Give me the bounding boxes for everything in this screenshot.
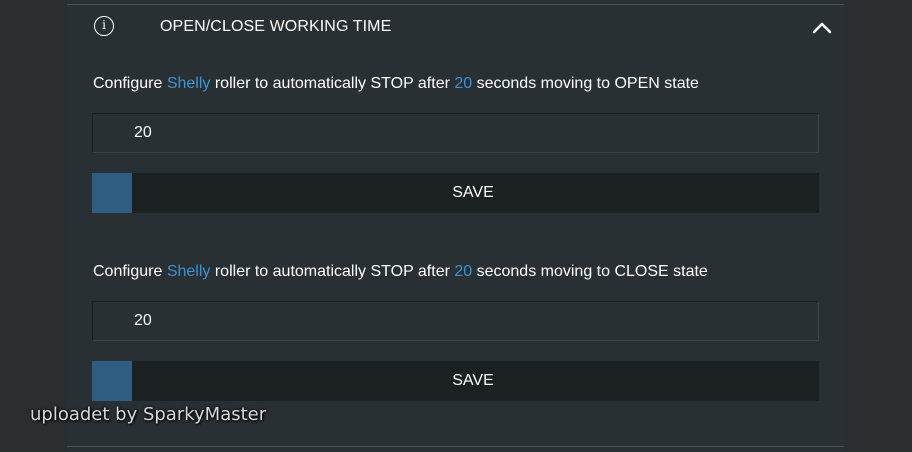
- open-time-input[interactable]: [93, 114, 818, 152]
- close-time-field[interactable]: [92, 301, 819, 341]
- close-save-button[interactable]: SAVE: [92, 361, 819, 401]
- close-desc-mid: roller to automatically STOP after: [210, 263, 455, 280]
- section-title: OPEN/CLOSE WORKING TIME: [160, 18, 392, 35]
- open-save-label: SAVE: [452, 184, 494, 201]
- watermark-text: uploadet by SparkyMaster: [30, 404, 267, 425]
- info-icon: i: [94, 16, 114, 36]
- close-save-label: SAVE: [452, 372, 494, 389]
- section-divider-top: [67, 4, 844, 5]
- open-desc-mid: roller to automatically STOP after: [210, 75, 455, 92]
- close-desc-device: Shelly: [166, 263, 211, 280]
- chevron-up-icon[interactable]: [810, 18, 834, 36]
- open-desc-seconds: 20: [454, 75, 473, 92]
- open-desc-suffix: seconds moving to OPEN state: [472, 75, 699, 92]
- close-desc-prefix: Configure: [93, 263, 167, 280]
- open-time-field[interactable]: [92, 113, 819, 153]
- close-desc-seconds: 20: [454, 263, 473, 280]
- open-desc-prefix: Configure: [93, 75, 167, 92]
- close-time-input[interactable]: [93, 302, 818, 340]
- close-desc-suffix: seconds moving to CLOSE state: [472, 263, 708, 280]
- close-time-description: Configure Shelly roller to automatically…: [93, 263, 708, 281]
- open-time-description: Configure Shelly roller to automatically…: [93, 75, 699, 93]
- open-save-button[interactable]: SAVE: [92, 173, 819, 213]
- open-desc-device: Shelly: [166, 75, 211, 92]
- section-divider-bottom: [67, 446, 844, 447]
